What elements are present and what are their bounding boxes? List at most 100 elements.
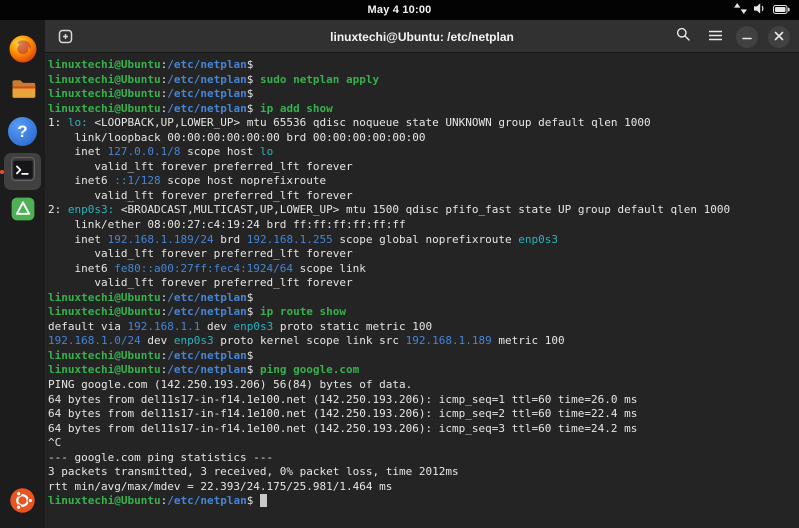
terminal-text: inet6 <box>48 261 115 275</box>
volume-icon <box>754 1 766 19</box>
terminal-text: lo: <box>67 116 95 130</box>
terminal-text: enp0s3: <box>67 203 121 217</box>
terminal-text: <LOOPBACK,UP,LOWER_UP> mtu 65536 qdisc n… <box>94 116 651 130</box>
new-tab-button[interactable] <box>54 26 76 48</box>
dock-item-ubuntu-logo[interactable] <box>4 484 41 521</box>
terminal-text: dev <box>140 334 174 348</box>
terminal-line: 2: enp0s3: <BROADCAST,MULTICAST,UP,LOWER… <box>48 203 797 218</box>
terminal-line: 64 bytes from del11s17-in-f14.1e100.net … <box>48 393 797 408</box>
terminal-text: 192.168.1.255 <box>246 232 333 246</box>
terminal-text: proto static metric 100 <box>273 319 433 333</box>
terminal-text: 2: <box>48 203 68 217</box>
terminal-text: $ <box>246 58 260 71</box>
terminal-text: 64 bytes from del11s17-in-f14.1e100.net … <box>48 407 638 421</box>
terminal-text: scope host <box>180 145 260 159</box>
terminal-text: default via <box>48 319 128 333</box>
dock-item-help[interactable]: ? <box>4 113 41 150</box>
terminal-text: /etc/netplan <box>167 58 247 71</box>
terminal-text: proto kernel scope link src <box>213 334 406 348</box>
terminal-text: linuxtechi@Ubuntu <box>48 305 161 319</box>
terminal-text: ::1/128 <box>114 174 161 188</box>
terminal-text: enp0s3 <box>173 334 214 348</box>
terminal-text: ip route show <box>259 305 347 319</box>
terminal-text: linuxtechi@Ubuntu <box>48 101 161 115</box>
terminal-text: linuxtechi@Ubuntu <box>48 494 161 508</box>
terminal-text: $ <box>246 305 260 319</box>
network-arrows-icon <box>734 1 747 19</box>
terminal-text: scope global noprefixroute <box>332 232 519 246</box>
terminal-text: /etc/netplan <box>167 494 247 508</box>
dock-item-files[interactable] <box>4 73 41 110</box>
terminal-text: 1: <box>48 116 68 130</box>
terminal-line: linuxtechi@Ubuntu:/etc/netplan$ sudo net… <box>48 73 797 88</box>
terminal-text: brd <box>213 232 247 246</box>
terminal-text: --- google.com ping statistics --- <box>48 450 274 464</box>
terminal-text: inet <box>48 232 108 246</box>
terminal-text: linuxtechi@Ubuntu <box>48 72 161 86</box>
terminal-text: 192.168.1.189/24 <box>107 232 214 246</box>
terminal-text: 192.168.1.189 <box>405 334 492 348</box>
terminal-line: 64 bytes from del11s17-in-f14.1e100.net … <box>48 407 797 422</box>
terminal-text: /etc/netplan <box>167 87 247 101</box>
dock-item-terminal[interactable] <box>4 153 41 190</box>
terminal-line: inet6 ::1/128 scope host noprefixroute <box>48 174 797 189</box>
terminal-line: valid_lft forever preferred_lft forever <box>48 276 797 291</box>
terminal-text: inet6 <box>48 174 115 188</box>
terminal-cursor <box>259 494 267 508</box>
terminal-text: valid_lft forever preferred_lft forever <box>48 188 353 202</box>
terminal-line: 3 packets transmitted, 3 received, 0% pa… <box>48 465 797 480</box>
terminal-text: /etc/netplan <box>167 72 247 86</box>
terminal-text: enp0s3 <box>518 232 558 246</box>
dock-item-firefox[interactable] <box>4 33 41 70</box>
terminal-line: inet6 fe80::a00:27ff:fec4:1924/64 scope … <box>48 262 797 277</box>
terminal-text: 192.168.1.1 <box>127 319 201 333</box>
terminal-line: linuxtechi@Ubuntu:/etc/netplan$ ping goo… <box>48 363 797 378</box>
close-button[interactable] <box>768 25 790 48</box>
terminal-text: /etc/netplan <box>167 305 247 319</box>
close-icon <box>774 28 784 46</box>
terminal-line: inet 192.168.1.189/24 brd 192.168.1.255 … <box>48 233 797 248</box>
terminal-window: linuxtechi@Ubuntu: /etc/netplan linuxtec… <box>45 20 799 528</box>
terminal-text: ping google.com <box>259 363 360 377</box>
terminal-line: valid_lft forever preferred_lft forever <box>48 160 797 175</box>
terminal-text: valid_lft forever preferred_lft forever <box>48 159 353 173</box>
software-icon <box>9 195 37 228</box>
terminal-text: enp0s3 <box>233 319 274 333</box>
terminal-text: /etc/netplan <box>167 363 247 377</box>
terminal-text: ^C <box>48 436 62 450</box>
search-button[interactable] <box>672 26 694 48</box>
terminal-line: --- google.com ping statistics --- <box>48 451 797 466</box>
terminal-text: $ <box>246 87 260 101</box>
terminal-line: 1: lo: <LOOPBACK,UP,LOWER_UP> mtu 65536 … <box>48 116 797 131</box>
terminal-text: $ <box>246 101 260 115</box>
help-glyph: ? <box>17 121 28 141</box>
firefox-icon <box>8 34 38 69</box>
terminal-line: linuxtechi@Ubuntu:/etc/netplan$ ip add s… <box>48 102 797 117</box>
ubuntu-logo-icon <box>9 487 36 519</box>
terminal-line: link/ether 08:00:27:c4:19:24 brd ff:ff:f… <box>48 218 797 233</box>
terminal-text: dev <box>200 319 234 333</box>
battery-icon <box>773 1 790 19</box>
window-titlebar[interactable]: linuxtechi@Ubuntu: /etc/netplan <box>45 20 799 53</box>
terminal-line: 64 bytes from del11s17-in-f14.1e100.net … <box>48 422 797 437</box>
terminal-text: linuxtechi@Ubuntu <box>48 87 161 101</box>
terminal-line: ^C <box>48 436 797 451</box>
terminal-text: 3 packets transmitted, 3 received, 0% pa… <box>48 465 459 479</box>
terminal-screen[interactable]: linuxtechi@Ubuntu:/etc/netplan$ linuxtec… <box>45 53 799 528</box>
terminal-line: linuxtechi@Ubuntu:/etc/netplan$ ip route… <box>48 305 797 320</box>
terminal-text: rtt min/avg/max/mdev = 22.393/24.175/25.… <box>48 479 393 493</box>
system-tray[interactable] <box>734 0 790 20</box>
terminal-text: fe80::a00:27ff:fec4:1924/64 <box>114 261 294 275</box>
terminal-line: default via 192.168.1.1 dev enp0s3 proto… <box>48 320 797 335</box>
terminal-text: $ <box>246 348 260 362</box>
terminal-text: 64 bytes from del11s17-in-f14.1e100.net … <box>48 392 638 406</box>
terminal-icon <box>9 155 37 188</box>
clock[interactable]: May 4 10:00 <box>368 4 432 16</box>
terminal-text: /etc/netplan <box>167 101 247 115</box>
minimize-button[interactable] <box>736 25 758 48</box>
menu-button[interactable] <box>704 26 726 48</box>
terminal-text: scope link <box>293 261 366 275</box>
terminal-text: PING google.com (142.250.193.206) 56(84)… <box>48 378 413 392</box>
dock-item-software[interactable] <box>4 193 41 230</box>
terminal-text: scope host noprefixroute <box>160 174 327 188</box>
